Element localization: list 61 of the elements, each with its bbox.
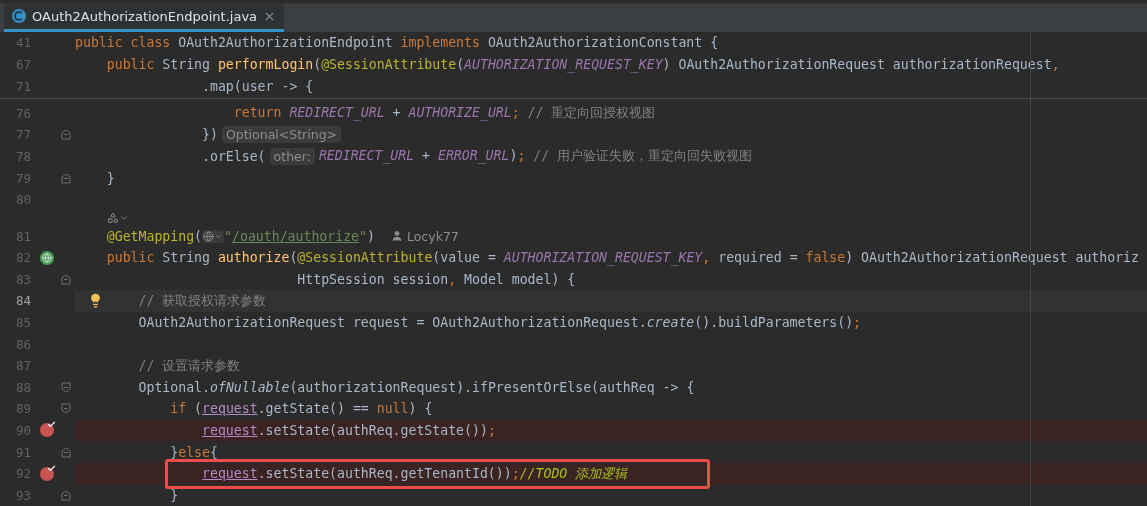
inlay-hint: other: xyxy=(269,147,315,165)
code-text: public String performLogin(@SessionAttribute(AUTHORIZATION_REQUEST_KEY) OAuth2AuthorizationRequest authorizationRequest, xyxy=(106,57,1060,72)
lightbulb-icon[interactable] xyxy=(88,293,103,309)
code-text: .orElse( xyxy=(202,148,266,164)
code-text: return REDIRECT_URL + AUTHORIZE_URL; // 重定向回授权视图 xyxy=(233,104,656,123)
line-number: 90 xyxy=(14,423,31,438)
line-number: 79 xyxy=(14,170,31,186)
code-text: // 设置请求参数 xyxy=(138,356,241,375)
code-text: }else{ xyxy=(170,444,218,460)
code-text: if (request.getState() == null) { xyxy=(170,401,433,417)
line-number: 89 xyxy=(14,401,31,417)
code-text: OAuth2AuthorizationRequest request = OAuth2AuthorizationRequest.create().buildParameters(); xyxy=(138,314,862,330)
fold-icon[interactable] xyxy=(60,128,72,142)
line-number: 82 xyxy=(14,250,31,266)
code-text: // 获取授权请求参数 xyxy=(138,291,267,310)
code-text: }) xyxy=(202,127,218,143)
line-number: 67 xyxy=(14,57,31,72)
fold-icon[interactable] xyxy=(60,445,72,459)
fold-icon[interactable] xyxy=(60,402,72,416)
globe-icon[interactable] xyxy=(202,229,225,243)
code-text: public String authorize(@SessionAttribute(value = AUTHORIZATION_REQUEST_KEY, required = false) OAuth2AuthorizationRequest authoriz xyxy=(106,250,1139,266)
code-text: public class OAuth2AuthorizationEndpoint implements OAuth2AuthorizationConstant { xyxy=(75,35,719,50)
line-number: 91 xyxy=(14,444,31,460)
line-number: 86 xyxy=(14,336,31,352)
class-icon xyxy=(12,9,26,24)
code-text: "/oauth/authorize") xyxy=(224,228,375,244)
code-text: @GetMapping( xyxy=(106,228,203,244)
code-text: request.setState(authReq.getTenantId());//TODO 添加逻辑 xyxy=(202,464,628,483)
line-number: 78 xyxy=(14,148,31,164)
line-number: 88 xyxy=(14,379,31,395)
line-number: 77 xyxy=(14,127,31,143)
fold-icon[interactable] xyxy=(60,272,72,286)
globe-icon[interactable] xyxy=(40,250,54,265)
line-number: 83 xyxy=(14,271,31,287)
fold-icon[interactable] xyxy=(60,380,72,394)
person-icon xyxy=(390,230,403,242)
line-number: 80 xyxy=(14,192,31,208)
code-text: HttpSession session, Model model) { xyxy=(297,271,576,287)
line-number: 81 xyxy=(14,228,31,244)
line-number: 92 xyxy=(14,466,31,482)
fold-icon[interactable] xyxy=(60,171,72,185)
code-text: request.setState(authReq.getState()); xyxy=(202,423,496,438)
breakpoint-icon[interactable] xyxy=(40,423,54,438)
code-text: Optional.ofNullable(authorizationRequest).ifPresentOrElse(authReq -> { xyxy=(138,379,695,395)
line-number: 93 xyxy=(14,487,31,503)
inlay-hint: Optional<String> xyxy=(221,126,342,144)
breakpoint-icon[interactable] xyxy=(40,466,54,481)
fold-icon[interactable] xyxy=(60,488,72,502)
line-number: 76 xyxy=(14,105,31,121)
code-text: } xyxy=(170,487,179,503)
line-number: 41 xyxy=(14,35,31,50)
shapes-icon[interactable] xyxy=(107,211,119,224)
line-number: 84 xyxy=(14,293,31,309)
file-tab[interactable]: OAuth2AuthorizationEndpoint.java xyxy=(4,4,285,32)
code-text: REDIRECT_URL + ERROR_URL); // 用户验证失败，重定向回失败视图 xyxy=(318,147,753,166)
line-number: 85 xyxy=(14,314,31,330)
line-number: 87 xyxy=(14,358,31,374)
line-number: 71 xyxy=(14,79,31,94)
code-text: } xyxy=(106,170,115,186)
author-hint[interactable]: Locyk77 xyxy=(406,228,459,244)
code-text: .map(user -> { xyxy=(202,79,314,94)
